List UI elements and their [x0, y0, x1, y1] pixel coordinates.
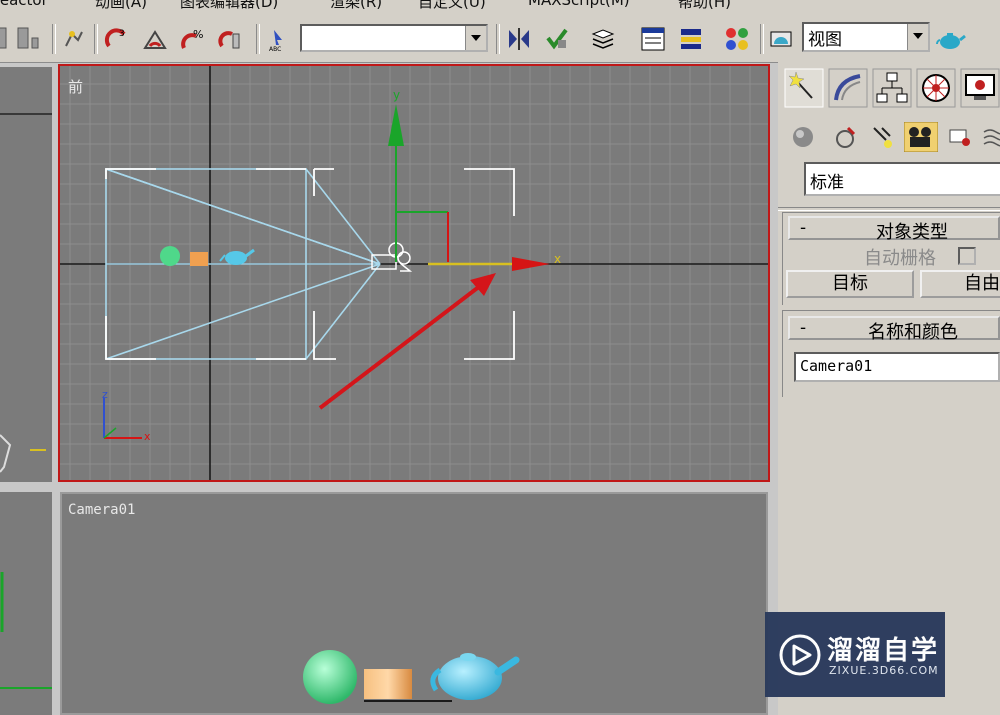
spinner-snap-icon[interactable]	[218, 26, 244, 52]
watermark-badge: 溜溜自学 ZIXUE.3D66.COM	[765, 612, 945, 697]
object-type-title: 对象类型	[876, 222, 948, 243]
command-panel-tabs	[780, 66, 1000, 108]
create-category-row	[778, 120, 1000, 154]
schematic-view-icon[interactable]	[678, 26, 704, 52]
menu-item-help[interactable]: 帮助(H)	[678, 0, 731, 12]
modify-tab-icon[interactable]	[828, 68, 868, 108]
percent-snap-icon[interactable]: %	[180, 26, 206, 52]
render-type-dropdown[interactable]: 视图	[802, 22, 930, 52]
camera-viewport-scene	[303, 650, 520, 704]
tripod-x-label: x	[144, 430, 151, 443]
svg-text:%: %	[193, 28, 203, 41]
geometry-icon[interactable]	[790, 124, 816, 150]
toolbar-separator	[496, 24, 500, 54]
front-viewport[interactable]: y x z x 前	[58, 64, 770, 482]
main-toolbar: 3 % ABC 视图	[0, 12, 1000, 63]
free-camera-button[interactable]: 自由	[920, 270, 1000, 298]
menu-item-customize[interactable]: 自定义(U)	[418, 0, 486, 12]
gizmo-y-label: y	[393, 88, 400, 102]
teapot-render[interactable]	[430, 653, 520, 700]
target-camera-button[interactable]: 目标	[786, 270, 914, 298]
render-type-value: 视图	[808, 30, 842, 50]
menu-item-reactor[interactable]: reactor	[0, 0, 48, 9]
viewport-grid	[60, 66, 768, 480]
left-viewport-bottom-scene	[0, 572, 52, 689]
chevron-down-icon[interactable]	[907, 24, 928, 50]
helpers-icon[interactable]	[946, 124, 972, 150]
layer-manager-icon[interactable]	[590, 26, 616, 52]
watermark-url: ZIXUE.3D66.COM	[829, 664, 939, 677]
move-gizmo[interactable]	[388, 104, 550, 271]
panel-divider	[778, 207, 1000, 211]
motion-tab-icon[interactable]	[916, 68, 956, 108]
svg-text:3: 3	[119, 29, 125, 39]
svg-text:ABC: ABC	[269, 46, 281, 52]
display-tab-icon[interactable]	[960, 68, 1000, 108]
bind-to-space-warp-icon[interactable]	[60, 26, 86, 52]
play-logo-icon	[779, 634, 821, 676]
subcategory-dropdown[interactable]: 标准	[804, 162, 1000, 196]
teapot-object[interactable]	[219, 248, 255, 265]
edit-named-selection-icon[interactable]: ABC	[266, 26, 292, 52]
tripod-z-label: z	[102, 388, 108, 401]
mirror-icon[interactable]	[506, 26, 532, 52]
auto-grid-checkbox[interactable]	[958, 247, 976, 265]
menu-item-graph-editors[interactable]: 图表编辑器(D)	[180, 0, 278, 12]
lights-icon[interactable]	[868, 124, 894, 150]
create-tab-wand-icon[interactable]	[784, 68, 824, 108]
cameras-icon[interactable]	[904, 122, 938, 152]
align-icon[interactable]	[544, 26, 570, 52]
toolbar-separator	[760, 24, 764, 54]
box-object[interactable]	[190, 252, 208, 266]
snap-3d-icon[interactable]: 3	[104, 26, 130, 52]
menu-item-maxscript[interactable]: MAXScript(M)	[528, 0, 630, 9]
named-selection-set-dropdown[interactable]	[300, 24, 488, 52]
menu-item-rendering[interactable]: 渲染(R)	[330, 0, 382, 12]
menu-bar: reactor 动画(A) 图表编辑器(D) 渲染(R) 自定义(U) MAXS…	[0, 0, 1000, 12]
menu-item-animation[interactable]: 动画(A)	[95, 0, 147, 12]
toolbar-separator	[52, 24, 56, 54]
rollout-collapse-icon: -	[800, 318, 807, 338]
angle-snap-icon[interactable]	[142, 26, 168, 52]
bind-space-warp-icon[interactable]	[0, 24, 48, 54]
camera-frustum	[105, 168, 381, 360]
sphere-object[interactable]	[160, 246, 180, 266]
quick-render-teapot-icon[interactable]	[936, 26, 966, 52]
left-viewport-grid	[0, 113, 52, 473]
chevron-down-icon[interactable]	[465, 26, 486, 50]
object-name-field[interactable]: Camera01	[794, 352, 1000, 382]
object-type-rollout-header[interactable]: - 对象类型	[788, 216, 1000, 243]
name-color-rollout-header[interactable]: - 名称和颜色	[788, 316, 1000, 343]
curve-editor-icon[interactable]	[640, 26, 666, 52]
left-viewport-top[interactable]	[0, 67, 52, 482]
render-scene-icon[interactable]	[768, 26, 794, 52]
viewport-label-front[interactable]: 前	[68, 76, 83, 97]
toolbar-separator	[256, 24, 260, 54]
front-viewport-scene: y x z x	[60, 66, 768, 480]
rollout-collapse-icon: -	[800, 218, 807, 238]
spacewarps-icon[interactable]	[982, 124, 1000, 150]
object-name-value: Camera01	[800, 357, 873, 375]
camera-viewport[interactable]: Camera01	[60, 492, 768, 715]
name-color-title: 名称和颜色	[868, 322, 958, 343]
watermark-title: 溜溜自学	[827, 636, 940, 666]
auto-grid-label: 自动栅格	[864, 248, 936, 269]
gizmo-x-label: x	[554, 252, 561, 266]
left-viewport-bottom[interactable]	[0, 492, 52, 715]
toolbar-separator	[94, 24, 98, 54]
shapes-icon[interactable]	[832, 124, 858, 150]
subcategory-value: 标准	[810, 173, 844, 193]
material-editor-icon[interactable]	[724, 26, 750, 52]
hierarchy-tab-icon[interactable]	[872, 68, 912, 108]
box-render[interactable]	[364, 669, 412, 699]
sphere-render[interactable]	[303, 650, 357, 704]
